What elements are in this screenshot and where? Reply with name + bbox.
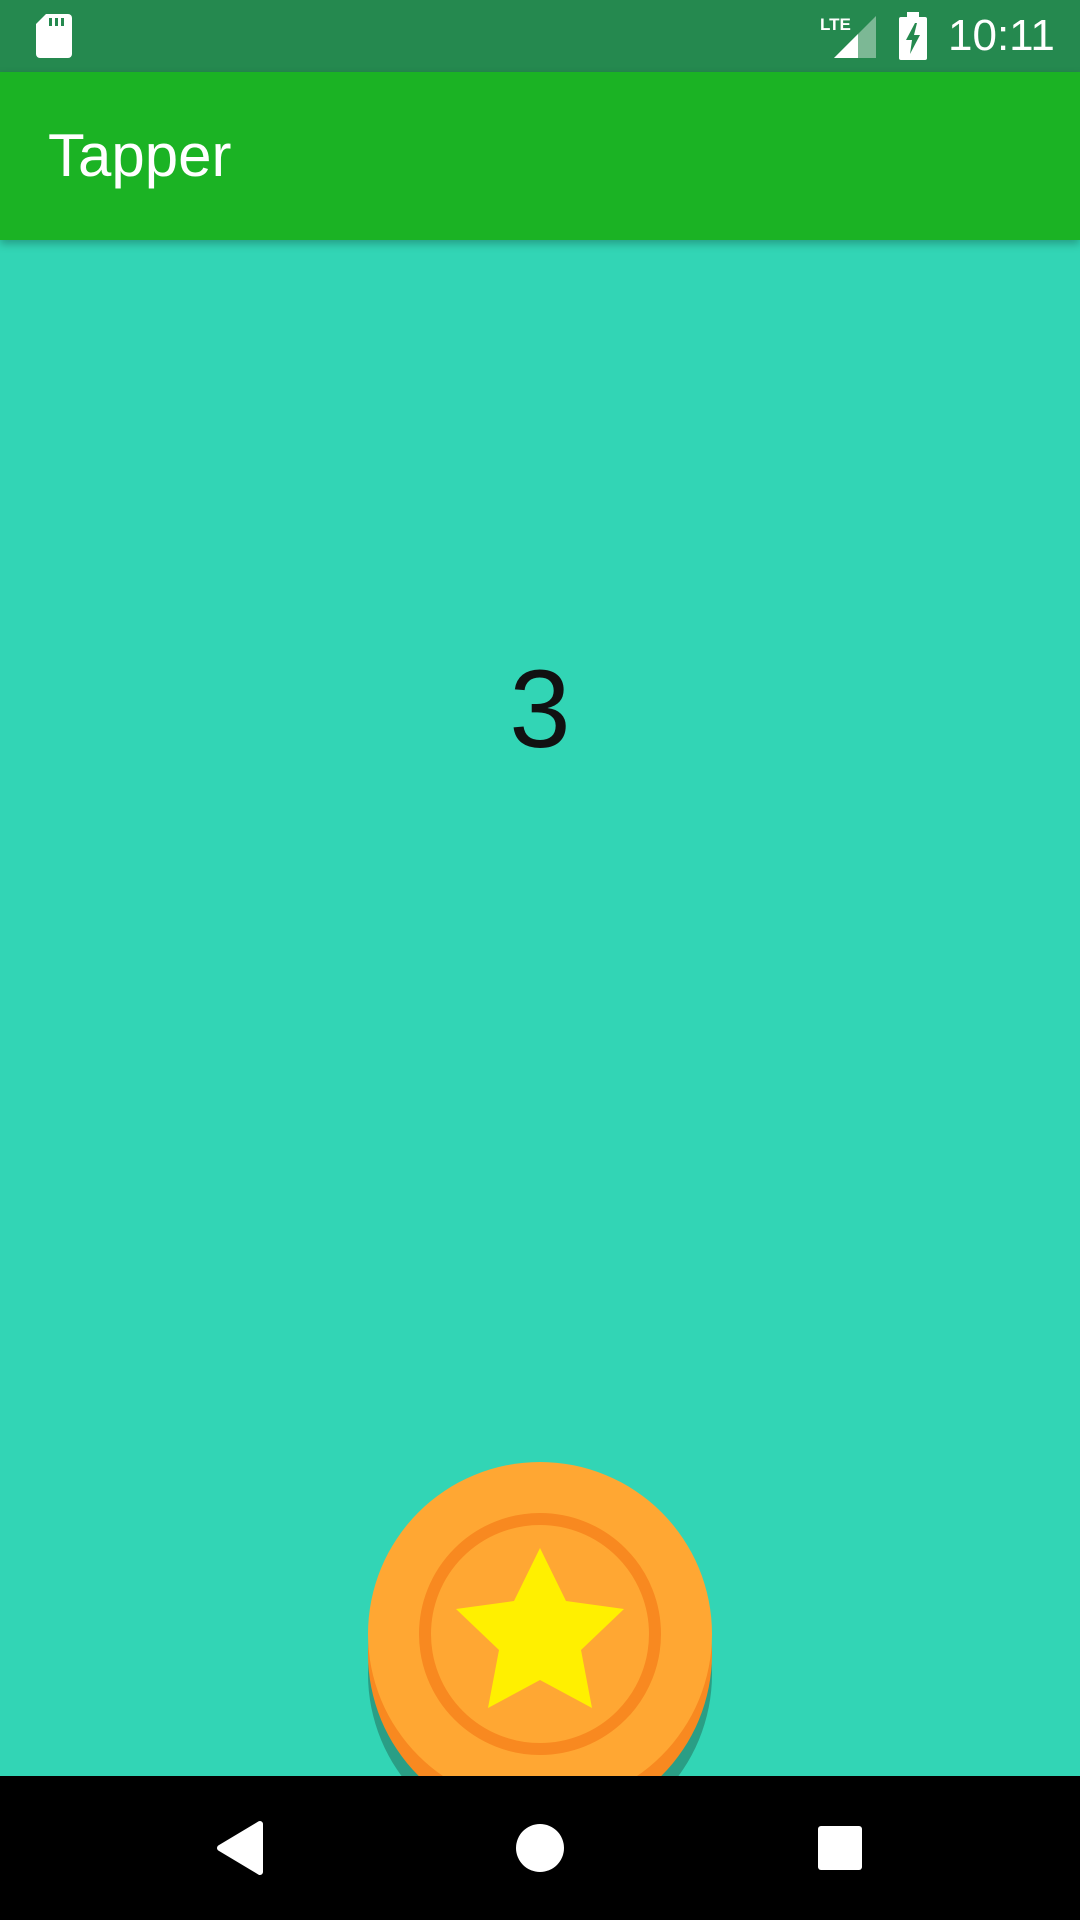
main-content: 3 <box>0 240 1080 1846</box>
app-title: Tapper <box>48 122 232 189</box>
sd-card-icon <box>36 14 72 58</box>
app-bar: Tapper <box>0 72 1080 240</box>
svg-text:LTE: LTE <box>820 15 851 34</box>
back-button[interactable] <box>190 1798 290 1898</box>
battery-charging-icon <box>899 12 927 60</box>
home-button[interactable] <box>490 1798 590 1898</box>
tap-counter: 3 <box>509 648 571 771</box>
status-bar: LTE 10:11 <box>0 0 1080 72</box>
lte-signal-icon: LTE <box>820 15 876 58</box>
back-icon <box>217 1821 263 1875</box>
recents-icon <box>818 1826 862 1870</box>
home-icon <box>516 1824 564 1872</box>
status-clock: 10:11 <box>948 11 1055 60</box>
recents-button[interactable] <box>790 1798 890 1898</box>
navigation-bar <box>0 1776 1080 1920</box>
